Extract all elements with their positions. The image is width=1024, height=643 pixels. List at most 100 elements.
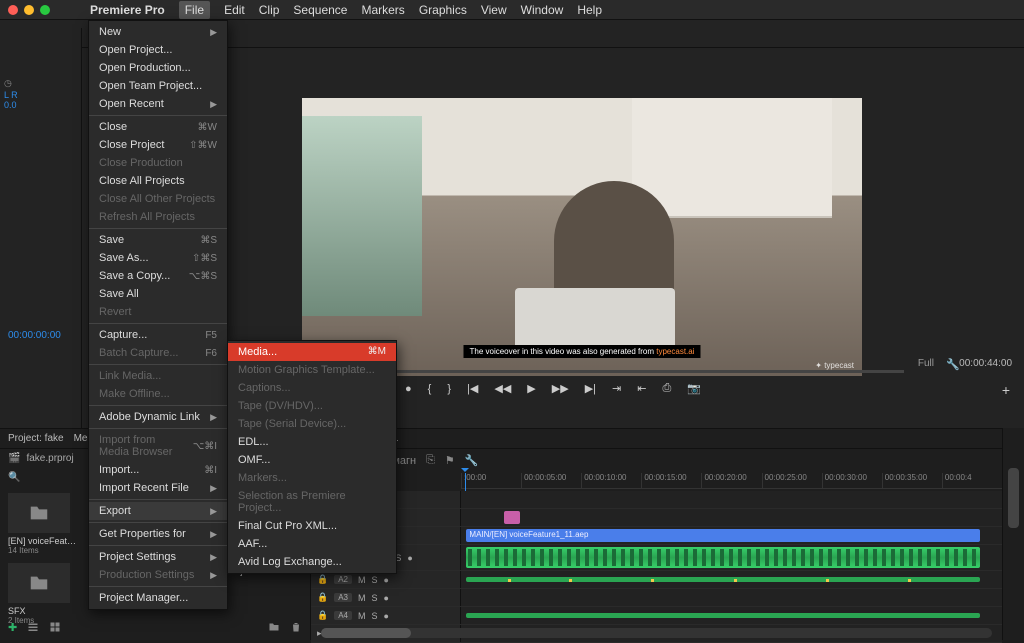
lift-button[interactable]: ⇥ bbox=[612, 382, 621, 395]
snapshot-button[interactable]: 📷 bbox=[687, 382, 701, 395]
menu-item-export[interactable]: Export▶ bbox=[89, 502, 227, 520]
lock-icon[interactable]: 🔒 bbox=[317, 610, 328, 621]
menu-clip[interactable]: Clip bbox=[259, 3, 280, 17]
mic-icon[interactable]: ● bbox=[384, 593, 389, 603]
clip-a1[interactable] bbox=[466, 547, 980, 568]
clip-v1[interactable]: MAIN/[EN] voiceFeature1_11.aep bbox=[466, 529, 980, 542]
solo-button[interactable]: S bbox=[372, 575, 378, 585]
track-lane-v3[interactable] bbox=[461, 491, 1002, 508]
zoom-fit[interactable]: Full bbox=[918, 358, 934, 369]
menu-item-open-project-[interactable]: Open Project... bbox=[89, 41, 227, 59]
export-item-avid-log-exchange-[interactable]: Avid Log Exchange... bbox=[228, 553, 396, 571]
list-view-icon[interactable] bbox=[27, 621, 39, 633]
menu-view[interactable]: View bbox=[481, 3, 507, 17]
track-lane-v1[interactable]: MAIN/[EN] voiceFeature1_11.aep bbox=[461, 527, 1002, 544]
wrench-icon[interactable]: 🔧 bbox=[465, 454, 479, 467]
new-bin-icon[interactable] bbox=[268, 621, 280, 633]
solo-button[interactable]: S bbox=[372, 611, 378, 621]
menu-item-save[interactable]: Save⌘S bbox=[89, 231, 227, 249]
bin-item[interactable]: [EN] voiceFeature14 Items bbox=[8, 493, 78, 555]
menu-item-import-recent-file[interactable]: Import Recent File▶ bbox=[89, 479, 227, 497]
track-lane-a2[interactable] bbox=[461, 571, 1002, 588]
export-item-aaf-[interactable]: AAF... bbox=[228, 535, 396, 553]
track-lane-a3[interactable] bbox=[461, 589, 1002, 606]
menu-sequence[interactable]: Sequence bbox=[293, 3, 347, 17]
menu-item-adobe-dynamic-link[interactable]: Adobe Dynamic Link▶ bbox=[89, 408, 227, 426]
step-back-button[interactable]: ◀◀ bbox=[494, 382, 511, 395]
track-a3[interactable]: A3 bbox=[334, 593, 352, 602]
trash-icon[interactable] bbox=[290, 621, 302, 633]
program-monitor[interactable]: The voiceover in this video was also gen… bbox=[302, 98, 862, 376]
menu-item-save-a-copy-[interactable]: Save a Copy...⌥⌘S bbox=[89, 267, 227, 285]
solo-button[interactable]: S bbox=[372, 593, 378, 603]
program-tc-out[interactable]: 00:00:44:00 bbox=[959, 358, 1012, 369]
new-item-icon[interactable]: ✚ bbox=[8, 621, 17, 634]
menu-edit[interactable]: Edit bbox=[224, 3, 245, 17]
menu-markers[interactable]: Markers bbox=[361, 3, 404, 17]
export-frame-button[interactable]: ⎙ bbox=[662, 382, 671, 395]
track-a2[interactable]: A2 bbox=[334, 575, 352, 584]
export-item-media-[interactable]: Media...⌘M bbox=[228, 343, 396, 361]
clip-a2[interactable] bbox=[466, 577, 980, 582]
menu-item-save-as-[interactable]: Save As...⇧⌘S bbox=[89, 249, 227, 267]
mute-button[interactable]: M bbox=[358, 611, 366, 621]
minimize-window-icon[interactable] bbox=[24, 5, 34, 15]
time-ruler[interactable]: :00:0000:00:05:0000:00:10:0000:00:15:000… bbox=[461, 473, 1002, 489]
menu-item-close[interactable]: Close⌘W bbox=[89, 118, 227, 136]
zoom-handle[interactable] bbox=[321, 628, 411, 638]
menu-item-open-team-project-[interactable]: Open Team Project... bbox=[89, 77, 227, 95]
menu-item-open-recent[interactable]: Open Recent▶ bbox=[89, 95, 227, 113]
close-window-icon[interactable] bbox=[8, 5, 18, 15]
menu-window[interactable]: Window bbox=[521, 3, 564, 17]
go-to-out-button[interactable]: ▶| bbox=[585, 382, 596, 395]
clip-pink[interactable] bbox=[504, 511, 520, 524]
clip-a4[interactable] bbox=[466, 613, 980, 618]
export-item-final-cut-pro-xml-[interactable]: Final Cut Pro XML... bbox=[228, 517, 396, 535]
extract-button[interactable]: ⇤ bbox=[637, 382, 646, 395]
menu-item-new[interactable]: New▶ bbox=[89, 23, 227, 41]
button-editor-plus-icon[interactable]: + bbox=[1002, 382, 1010, 398]
play-button[interactable]: ▶ bbox=[527, 382, 535, 395]
export-submenu[interactable]: Media...⌘MMotion Graphics Template...Cap… bbox=[227, 340, 397, 574]
track-lane-v2[interactable] bbox=[461, 509, 1002, 526]
menu-item-project-manager-[interactable]: Project Manager... bbox=[89, 589, 227, 607]
menu-graphics[interactable]: Graphics bbox=[419, 3, 467, 17]
mic-icon[interactable]: ● bbox=[407, 553, 412, 563]
track-a4[interactable]: A4 bbox=[334, 611, 352, 620]
menu-file[interactable]: File bbox=[179, 1, 210, 19]
timeline-zoom-scroll[interactable] bbox=[321, 628, 992, 638]
menu-item-open-production-[interactable]: Open Production... bbox=[89, 59, 227, 77]
step-fwd-button[interactable]: ▶▶ bbox=[552, 382, 569, 395]
export-item-edl-[interactable]: EDL... bbox=[228, 433, 396, 451]
track-lane-a4[interactable] bbox=[461, 607, 1002, 624]
menu-item-project-settings[interactable]: Project Settings▶ bbox=[89, 548, 227, 566]
menu-item-get-properties-for[interactable]: Get Properties for▶ bbox=[89, 525, 227, 543]
add-marker-button[interactable]: ● bbox=[405, 383, 412, 395]
marker-tool-icon[interactable]: ⚑ bbox=[445, 454, 455, 467]
bin-item[interactable]: SFX2 Items bbox=[8, 563, 78, 625]
lock-icon[interactable]: 🔒 bbox=[317, 592, 328, 603]
mark-in-button[interactable]: { bbox=[428, 383, 432, 395]
file-menu[interactable]: New▶Open Project...Open Production...Ope… bbox=[88, 20, 228, 610]
menu-help[interactable]: Help bbox=[577, 3, 602, 17]
mark-out-button[interactable]: } bbox=[447, 383, 451, 395]
menu-item-close-all-projects[interactable]: Close All Projects bbox=[89, 172, 227, 190]
search-icon[interactable]: 🔍 bbox=[8, 472, 20, 483]
track-lane-a1[interactable] bbox=[461, 545, 1002, 570]
mute-button[interactable]: M bbox=[358, 593, 366, 603]
menu-item-capture-[interactable]: Capture...F5 bbox=[89, 326, 227, 344]
maximize-window-icon[interactable] bbox=[40, 5, 50, 15]
menu-item-save-all[interactable]: Save All bbox=[89, 285, 227, 303]
mic-icon[interactable]: ● bbox=[384, 611, 389, 621]
lock-icon[interactable]: 🔒 bbox=[317, 574, 328, 585]
go-to-in-button[interactable]: |◀ bbox=[467, 382, 478, 395]
menu-item-close-project[interactable]: Close Project⇧⌘W bbox=[89, 136, 227, 154]
linked-sel-icon[interactable]: ⎘ bbox=[426, 454, 435, 467]
mute-button[interactable]: M bbox=[358, 575, 366, 585]
project-tab[interactable]: Project: fake bbox=[8, 433, 64, 444]
settings-wrench-icon[interactable]: 🔧 bbox=[946, 358, 960, 371]
menu-item-import-[interactable]: Import...⌘I bbox=[89, 461, 227, 479]
export-item-omf-[interactable]: OMF... bbox=[228, 451, 396, 469]
icon-view-icon[interactable] bbox=[49, 621, 61, 633]
mic-icon[interactable]: ● bbox=[384, 575, 389, 585]
